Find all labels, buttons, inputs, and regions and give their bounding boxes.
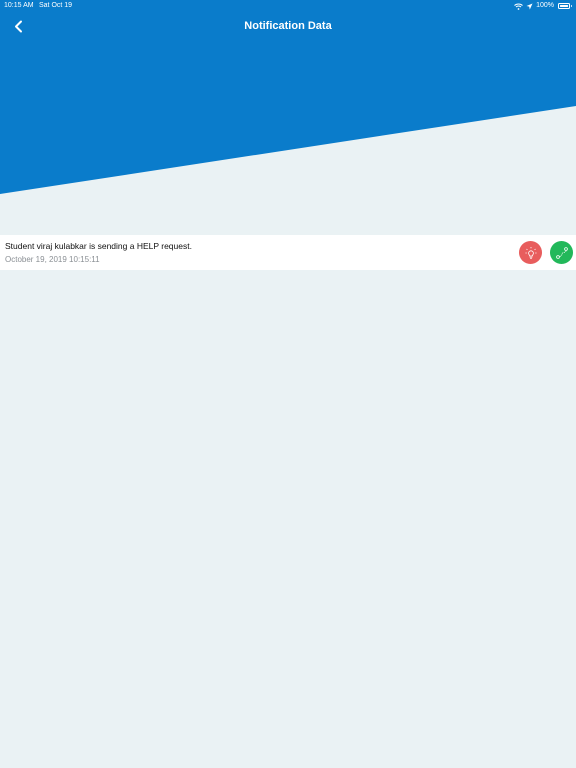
notification-data-screen: 10:15 AM Sat Oct 19 100% Notification Da…	[0, 0, 576, 768]
back-button[interactable]	[8, 15, 28, 37]
battery-icon	[558, 3, 572, 9]
notification-message: Student viraj kulabkar is sending a HELP…	[5, 241, 192, 251]
navigation-bar: Notification Data	[0, 12, 576, 40]
route-button[interactable]	[550, 241, 573, 264]
chevron-left-icon	[14, 20, 23, 33]
wifi-icon	[514, 3, 523, 10]
status-time: 10:15 AM	[4, 2, 34, 9]
notification-timestamp: October 19, 2019 10:15:11	[5, 255, 100, 264]
notification-item[interactable]: Student viraj kulabkar is sending a HELP…	[0, 235, 576, 270]
battery-percentage: 100%	[536, 2, 554, 9]
status-bar: 10:15 AM Sat Oct 19 100%	[0, 0, 576, 12]
status-indicators: 100%	[514, 0, 572, 12]
status-date: Sat Oct 19	[39, 2, 73, 9]
location-arrow-icon	[526, 3, 533, 10]
route-icon	[555, 246, 569, 260]
lightbulb-icon	[524, 246, 538, 260]
help-request-button[interactable]	[519, 241, 542, 264]
page-title: Notification Data	[244, 20, 332, 32]
